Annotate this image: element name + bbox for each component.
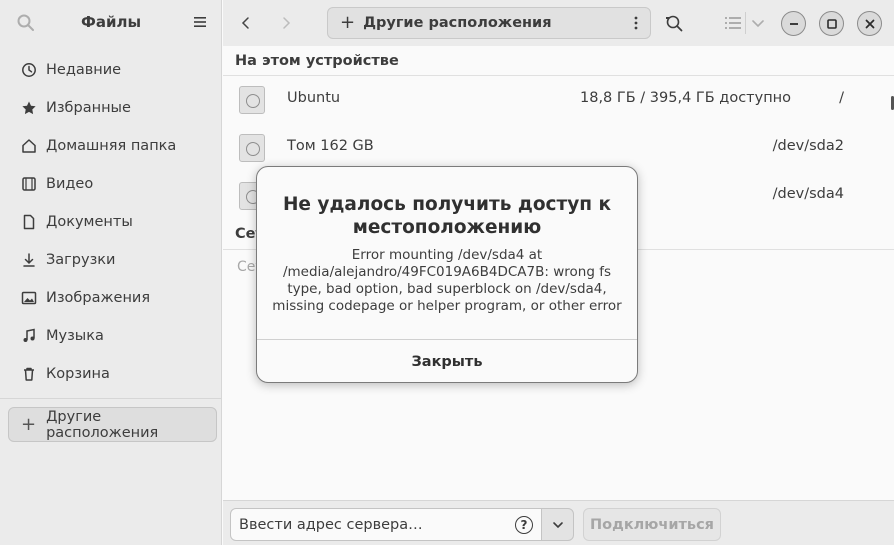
sidebar-separator [0, 398, 222, 399]
location-bar[interactable]: + Другие расположения [327, 7, 651, 39]
server-address-input[interactable]: Ввести адрес сервера… ? [230, 508, 542, 541]
sidebar-item-label: Домашняя папка [46, 138, 177, 154]
star-icon [20, 99, 38, 117]
device-name: Том 162 GB [287, 138, 374, 154]
server-address-placeholder: Ввести адрес сервера… [239, 516, 423, 533]
location-label: Другие расположения [363, 15, 552, 31]
film-icon [20, 175, 38, 193]
device-row[interactable]: Ubuntu 18,8 ГБ / 395,4 ГБ доступно / [223, 75, 894, 123]
sidebar-list: Недавние Избранные Домашняя папка Видео [0, 51, 222, 393]
device-size: 18,8 ГБ / 395,4 ГБ доступно [580, 90, 792, 106]
sidebar-item-trash[interactable]: Корзина [0, 355, 222, 393]
sidebar-item-recent[interactable]: Недавние [0, 51, 222, 89]
close-window-button[interactable] [857, 11, 882, 36]
sidebar-item-label: Корзина [46, 366, 110, 382]
download-icon [20, 251, 38, 269]
sidebar-item-label: Загрузки [46, 252, 116, 268]
minimize-icon [789, 22, 798, 25]
device-row[interactable]: Том 162 GB /dev/sda2 [223, 123, 894, 171]
plus-icon: + [340, 12, 356, 33]
sidebar-header: Файлы [0, 0, 222, 46]
view-divider [745, 12, 746, 34]
minimize-button[interactable] [781, 11, 806, 36]
clock-icon [20, 61, 38, 79]
error-dialog: Не удалось получить доступ к местоположе… [256, 166, 638, 383]
hamburger-menu-icon[interactable] [192, 14, 208, 30]
trash-icon [20, 365, 38, 383]
device-path: /dev/sda4 [772, 186, 844, 202]
chevron-down-icon [552, 521, 563, 528]
sidebar-item-pictures[interactable]: Изображения [0, 279, 222, 317]
sidebar-item-label: Видео [46, 176, 94, 192]
dialog-title: Не удалось получить доступ к местоположе… [282, 194, 612, 238]
sidebar-item-label: Другие расположения [46, 408, 159, 441]
drive-icon [239, 134, 265, 162]
sidebar-item-music[interactable]: Музыка [0, 317, 222, 355]
sidebar-item-starred[interactable]: Избранные [0, 89, 222, 127]
header-bar: + Другие расположения [223, 0, 894, 46]
device-path: / [839, 90, 844, 106]
sidebar: Файлы Недавние Избранные Домашняя папка … [0, 0, 222, 545]
sidebar-item-label: Документы [46, 214, 133, 230]
home-icon [20, 137, 38, 155]
list-view-icon[interactable] [723, 13, 743, 33]
forward-button[interactable] [273, 10, 299, 36]
sidebar-item-label: Изображения [46, 290, 151, 306]
server-history-dropdown[interactable] [541, 508, 574, 541]
sidebar-item-label: Музыка [46, 328, 104, 344]
sidebar-item-videos[interactable]: Видео [0, 165, 222, 203]
connect-button[interactable]: Подключиться [583, 508, 721, 541]
sidebar-item-label: Недавние [46, 62, 122, 78]
chevron-right-icon [283, 17, 291, 29]
help-icon[interactable]: ? [515, 516, 533, 534]
image-icon [20, 289, 38, 307]
file-manager-window: Файлы Недавние Избранные Домашняя папка … [0, 0, 894, 545]
maximize-icon [826, 18, 837, 29]
drive-icon [239, 86, 265, 114]
chevron-left-icon [241, 17, 249, 29]
chevron-down-icon[interactable] [751, 15, 765, 31]
app-title: Файлы [80, 13, 142, 31]
plus-icon: + [21, 413, 37, 435]
connect-bar: Ввести адрес сервера… ? Подключиться [223, 500, 894, 545]
document-icon [20, 213, 38, 231]
close-dialog-button[interactable]: Закрыть [257, 340, 637, 382]
sidebar-item-downloads[interactable]: Загрузки [0, 241, 222, 279]
device-name: Ubuntu [287, 90, 341, 106]
section-title-on-device: На этом устройстве [235, 53, 399, 69]
more-options-icon[interactable] [634, 16, 638, 30]
device-path: /dev/sda2 [772, 138, 844, 154]
search-files-icon[interactable] [664, 13, 684, 33]
back-button[interactable] [233, 10, 259, 36]
music-icon [20, 327, 38, 345]
maximize-button[interactable] [819, 11, 844, 36]
sidebar-item-documents[interactable]: Документы [0, 203, 222, 241]
sidebar-item-label: Избранные [46, 100, 131, 116]
close-icon [865, 19, 874, 28]
sidebar-item-other-locations[interactable]: + Другие расположения [8, 407, 217, 442]
sidebar-item-home[interactable]: Домашняя папка [0, 127, 222, 165]
dialog-message: Error mounting /dev/sda4 at /media/aleja… [272, 247, 622, 314]
